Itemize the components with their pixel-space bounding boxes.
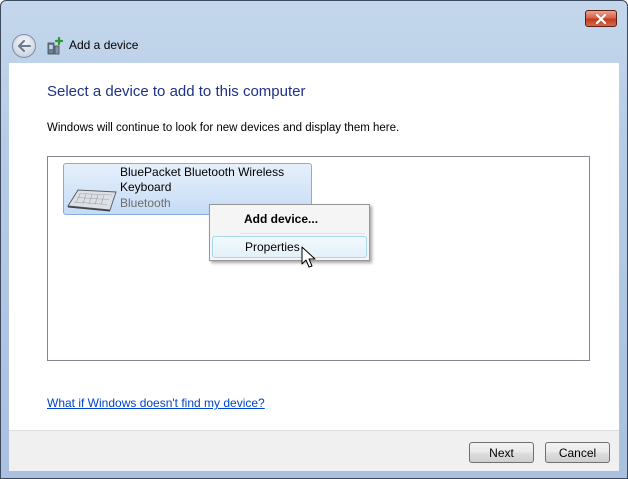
help-link[interactable]: What if Windows doesn't find my device? (47, 396, 265, 410)
keyboard-icon (67, 189, 117, 212)
page-title: Select a device to add to this computer (47, 83, 306, 100)
next-button[interactable]: Next (469, 442, 534, 463)
context-menu: Add device... Properties (209, 204, 370, 261)
title-bar: Add a device (9, 31, 619, 63)
menu-item-add-device[interactable]: Add device... (212, 208, 367, 230)
button-bar: Next Cancel (9, 430, 619, 471)
page-subtitle: Windows will continue to look for new de… (47, 122, 400, 134)
back-button[interactable] (12, 34, 36, 58)
close-button[interactable] (585, 10, 617, 27)
cancel-button[interactable]: Cancel (545, 442, 610, 463)
menu-separator (240, 233, 365, 234)
mouse-pointer-icon (301, 246, 316, 268)
device-name: BluePacket Bluetooth Wireless Keyboard (120, 165, 285, 194)
window-title: Add a device (69, 38, 139, 52)
add-device-icon (47, 37, 63, 55)
back-arrow-icon (18, 40, 31, 52)
close-x-icon (595, 13, 607, 24)
device-type: Bluetooth (120, 196, 171, 210)
menu-item-properties[interactable]: Properties (212, 236, 367, 258)
add-device-window: Add a device Select a device to add to t… (0, 0, 628, 479)
